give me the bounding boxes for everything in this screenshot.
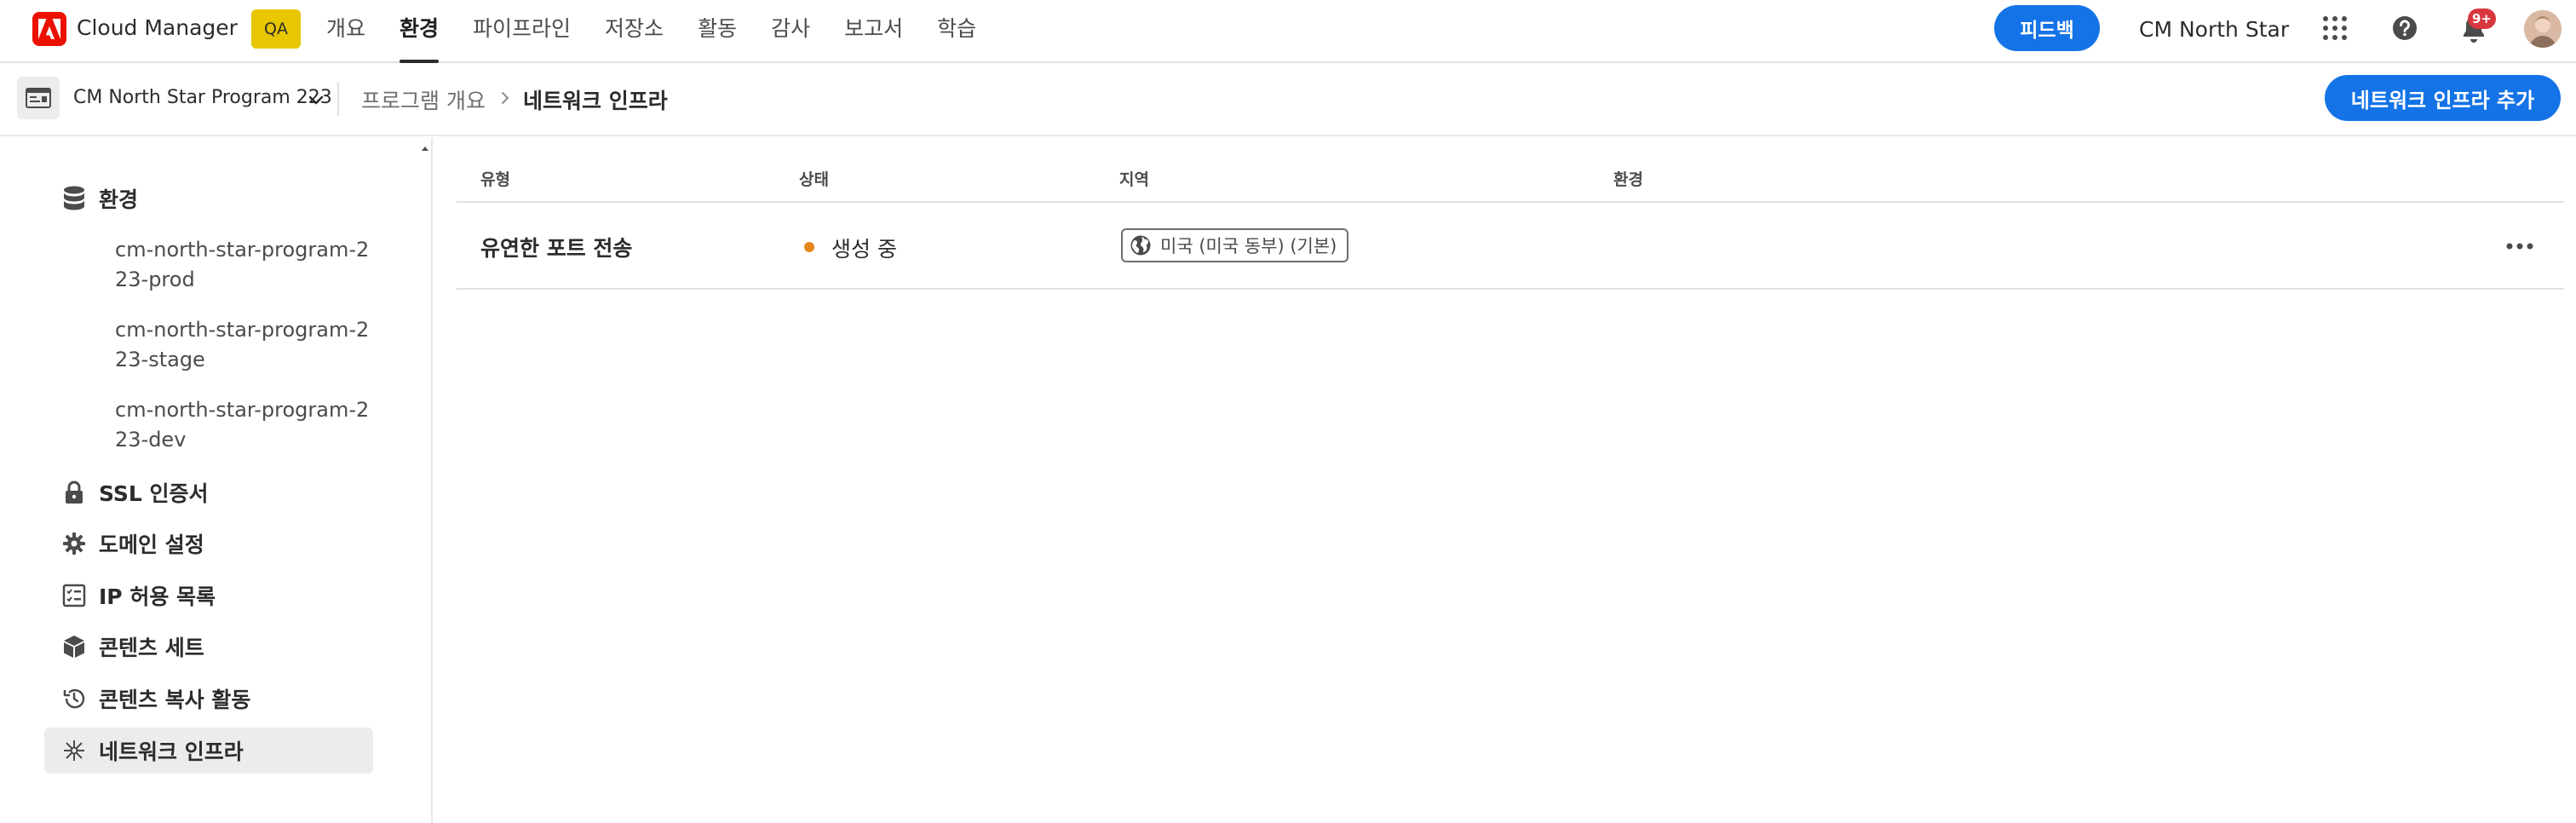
sidebar-item-domain-settings[interactable]: 도메인 설정	[44, 521, 373, 567]
status-dot	[804, 242, 814, 252]
region-tag: 미국 (미국 동부) (기본)	[1121, 228, 1349, 262]
column-header-region[interactable]: 지역	[1119, 167, 1149, 190]
globe-icon	[1130, 234, 1152, 256]
add-network-infrastructure-button[interactable]: 네트워크 인프라 추가	[2325, 75, 2561, 121]
gear-icon	[61, 531, 87, 556]
box-icon	[61, 634, 87, 659]
divider	[337, 82, 339, 116]
tab-reports[interactable]: 보고서	[844, 0, 903, 63]
tab-overview[interactable]: 개요	[326, 0, 365, 63]
scroll-up-icon[interactable]	[419, 141, 431, 152]
tab-audit[interactable]: 감사	[771, 0, 810, 63]
sidebar-item-content-sets[interactable]: 콘텐츠 세트	[44, 624, 373, 670]
column-header-status[interactable]: 상태	[799, 167, 829, 190]
sidebar[interactable]: 환경 cm-north-star-program-223-prod cm-nor…	[0, 138, 433, 823]
main-nav: 개요 환경 파이프라인 저장소 활동 감사 보고서 학습	[326, 0, 1010, 63]
sidebar-item-label: IP 허용 목록	[99, 584, 216, 609]
tab-learn[interactable]: 학습	[937, 0, 976, 63]
tab-environments[interactable]: 환경	[400, 0, 440, 63]
tab-activity[interactable]: 활동	[698, 0, 737, 63]
checklist-icon	[61, 583, 87, 608]
row-status: 생성 중	[831, 237, 897, 262]
chevron-down-icon[interactable]	[307, 90, 325, 109]
table-header: 유형 상태 지역 환경	[457, 153, 2564, 203]
column-header-type[interactable]: 유형	[480, 167, 510, 190]
sidebar-item-network-infrastructure[interactable]: 네트워크 인프라	[44, 728, 373, 774]
sidebar-env-prod[interactable]: cm-north-star-program-223-prod	[115, 235, 371, 295]
tab-repositories[interactable]: 저장소	[605, 0, 664, 63]
database-icon	[61, 186, 87, 211]
user-avatar[interactable]	[2524, 10, 2562, 48]
row-type: 유연한 포트 전송	[480, 236, 633, 261]
breadcrumb-program-overview[interactable]: 프로그램 개요	[361, 84, 486, 115]
lock-icon	[61, 480, 87, 505]
sidebar-item-label: 환경	[99, 187, 139, 212]
feedback-button[interactable]: 피드백	[1994, 5, 2100, 51]
more-actions-icon[interactable]	[2503, 232, 2537, 261]
table-row[interactable]: 유연한 포트 전송 생성 중 미국 (미국 동부) (기본)	[457, 203, 2564, 290]
chevron-right-icon	[497, 89, 513, 107]
environment-badge: QA	[251, 9, 301, 49]
network-icon	[61, 738, 87, 763]
program-bar: CM North Star Program 223 프로그램 개요 네트워크 인…	[0, 65, 2576, 136]
program-icon[interactable]	[17, 77, 60, 119]
sidebar-item-label: 콘텐츠 세트	[99, 636, 204, 660]
breadcrumb-current-page: 네트워크 인프라	[523, 89, 668, 113]
sidebar-item-label: 네트워크 인프라	[99, 740, 244, 764]
top-bar: Cloud Manager QA 개요 환경 파이프라인 저장소 활동 감사 보…	[0, 0, 2576, 63]
sidebar-item-environments[interactable]: 환경	[44, 176, 373, 222]
app-title[interactable]: Cloud Manager	[77, 15, 238, 40]
tab-pipelines[interactable]: 파이프라인	[473, 0, 571, 63]
sidebar-item-ip-allow-list[interactable]: IP 허용 목록	[44, 573, 373, 619]
app-grid-icon[interactable]	[2322, 15, 2348, 41]
notification-count-badge: 9+	[2468, 9, 2497, 29]
network-infrastructure-table: 유형 상태 지역 환경 유연한 포트 전송 생성 중 미국 (미국 동부) (기…	[457, 153, 2564, 290]
sidebar-item-label: 콘텐츠 복사 활동	[99, 688, 251, 712]
region-label: 미국 (미국 동부) (기본)	[1160, 236, 1337, 256]
sidebar-env-dev[interactable]: cm-north-star-program-223-dev	[115, 395, 371, 455]
org-switcher[interactable]: CM North Star	[2139, 17, 2289, 42]
help-icon[interactable]	[2390, 14, 2419, 43]
sidebar-item-content-copy-activity[interactable]: 콘텐츠 복사 활동	[44, 676, 373, 722]
sidebar-item-label: 도메인 설정	[99, 532, 204, 557]
column-header-environment[interactable]: 환경	[1613, 167, 1643, 190]
program-selector[interactable]: CM North Star Program 223	[73, 87, 332, 108]
adobe-logo-icon[interactable]	[32, 12, 66, 46]
sidebar-item-ssl-certificates[interactable]: SSL 인증서	[44, 469, 373, 515]
history-icon	[61, 686, 87, 711]
sidebar-item-label: SSL 인증서	[99, 481, 209, 506]
sidebar-env-stage[interactable]: cm-north-star-program-223-stage	[115, 315, 371, 375]
